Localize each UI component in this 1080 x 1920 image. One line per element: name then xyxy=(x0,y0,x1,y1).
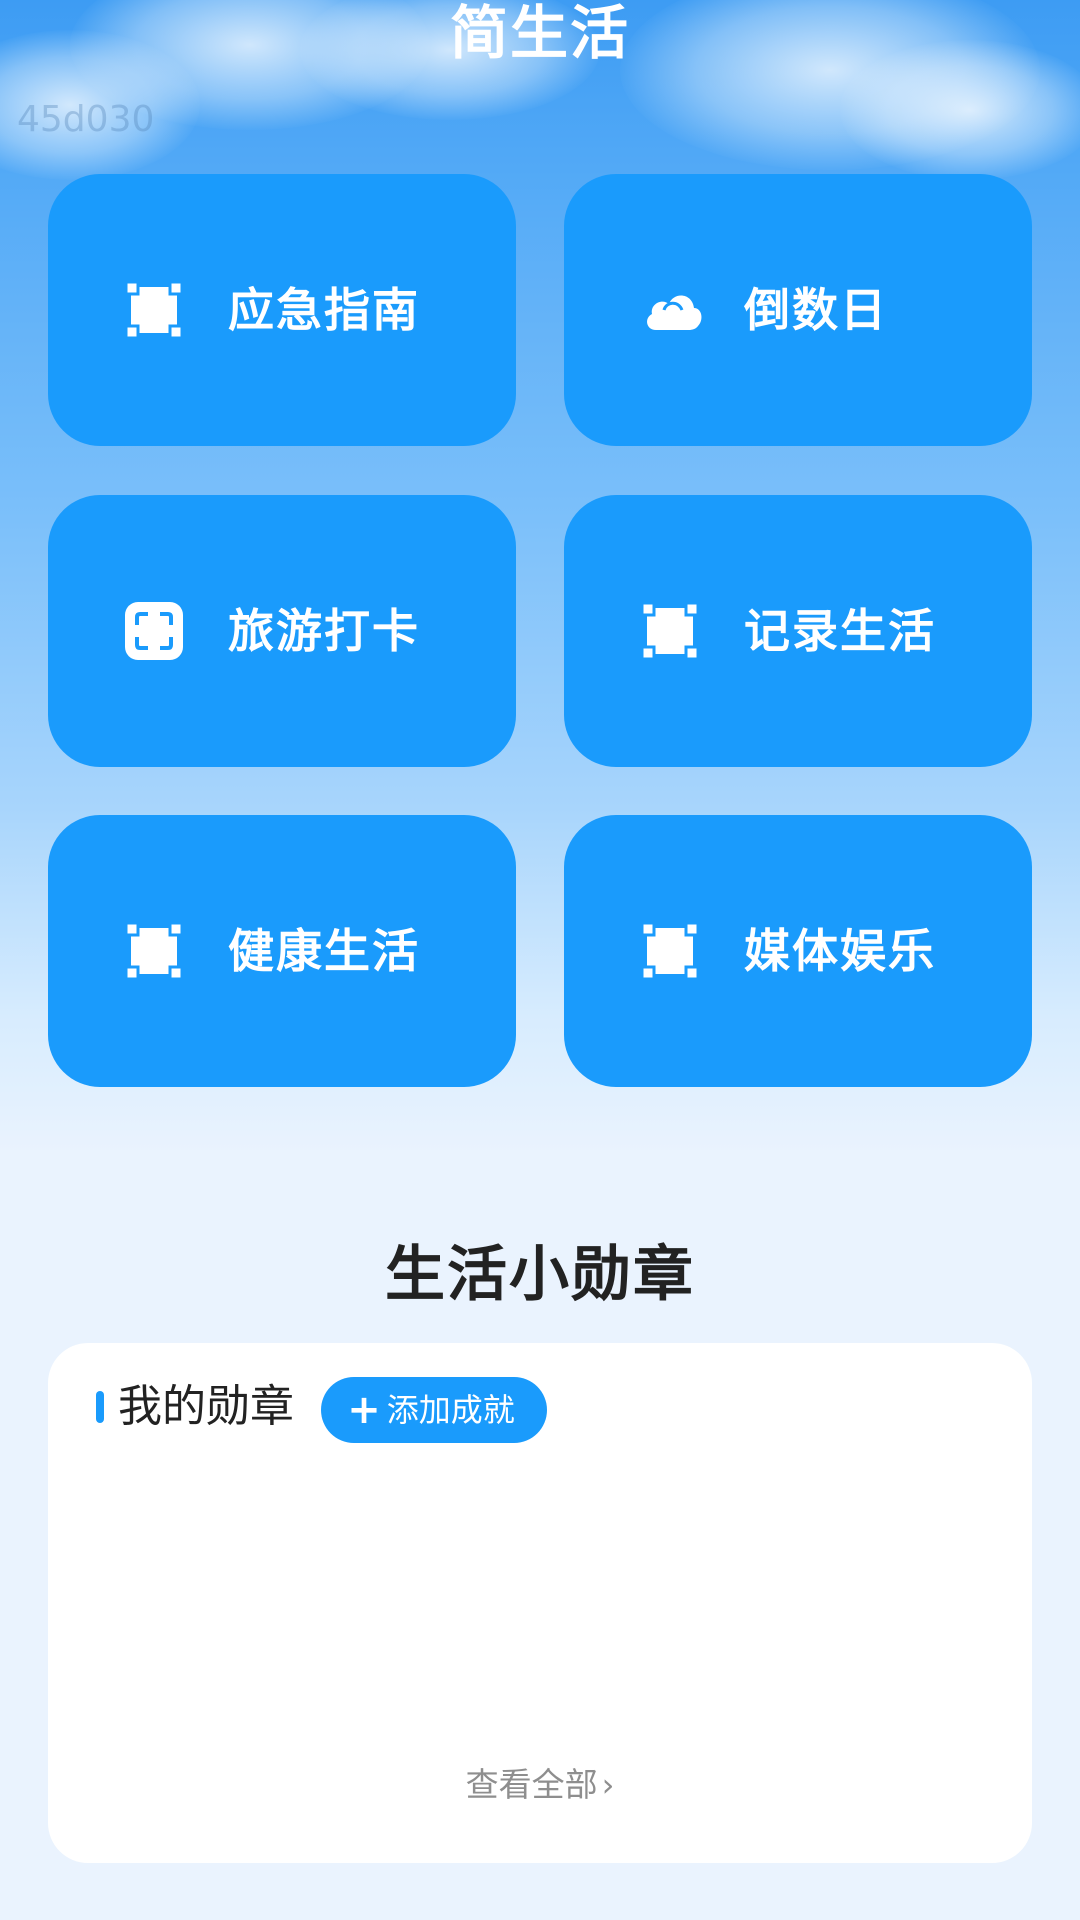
add-achievement-label: 添加成就 xyxy=(386,1391,515,1429)
heading-accent-bar xyxy=(96,1391,104,1423)
tile-label: 倒数日 xyxy=(744,283,888,337)
view-all-label: 查看全部 xyxy=(465,1765,598,1804)
tile-label: 旅游打卡 xyxy=(228,604,420,658)
square-corners-icon xyxy=(124,921,184,981)
my-badges-heading: 我的勋章 xyxy=(118,1381,294,1432)
tile-record-life[interactable]: 记录生活 xyxy=(564,495,1032,767)
watermark-text: 45d030 xyxy=(17,99,155,140)
tile-label: 媒体娱乐 xyxy=(744,924,936,978)
view-all-link[interactable]: 查看全部 › xyxy=(48,1763,1032,1807)
my-badges-card: 我的勋章 + 添加成就 查看全部 › xyxy=(48,1343,1032,1863)
add-achievement-button[interactable]: + 添加成就 xyxy=(321,1377,547,1443)
tile-media-entertainment[interactable]: 媒体娱乐 xyxy=(564,815,1032,1087)
square-corners-icon xyxy=(640,921,700,981)
tile-label: 应急指南 xyxy=(228,283,420,337)
section-title-life-badges: 生活小勋章 xyxy=(385,1240,695,1310)
app-title: 简生活 xyxy=(449,0,630,67)
plus-icon: + xyxy=(347,1387,381,1433)
chevron-right-icon: › xyxy=(601,1766,615,1804)
square-corners-icon xyxy=(124,280,184,340)
scan-frame-icon xyxy=(125,602,183,660)
tile-healthy-life[interactable]: 健康生活 xyxy=(48,815,516,1087)
square-corners-icon xyxy=(640,601,700,661)
tile-label: 健康生活 xyxy=(228,924,420,978)
tile-label: 记录生活 xyxy=(744,604,936,658)
tile-emergency-guide[interactable]: 应急指南 xyxy=(48,174,516,446)
tile-travel-checkin[interactable]: 旅游打卡 xyxy=(48,495,516,767)
cloud-icon xyxy=(647,295,702,330)
tile-countdown-days[interactable]: 倒数日 xyxy=(564,174,1032,446)
